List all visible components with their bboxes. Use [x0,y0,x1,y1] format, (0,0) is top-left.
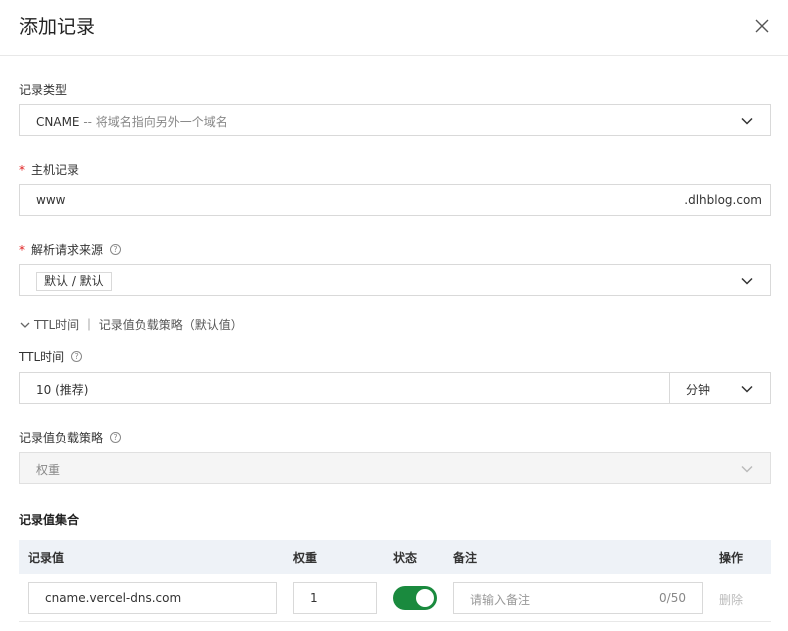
host-record-input[interactable]: www .dlhblog.com [19,184,771,216]
help-icon[interactable]: ? [110,432,122,443]
dialog-header: 添加记录 [0,0,788,56]
column-header-note: 备注 [453,551,478,565]
column-header-status: 状态 [393,551,418,565]
column-header-weight: 权重 [293,551,318,565]
ttl-input[interactable]: 10 (推荐) [19,372,670,404]
advanced-settings-text: TTL时间 ｜ 记录值负载策略（默认值） [34,318,243,332]
host-record-value: www [36,193,66,207]
chevron-down-icon [741,277,753,285]
record-type-value: CNAME [36,115,80,129]
ttl-unit-select[interactable]: 分钟 [670,372,771,404]
close-icon[interactable] [752,16,772,36]
chevron-down-icon [741,465,753,473]
column-header-action: 操作 [719,551,744,565]
advanced-settings-toggle[interactable]: TTL时间 ｜ 记录值负载策略（默认值） [19,316,243,333]
chevron-down-icon [741,385,753,393]
resolve-source-tag: 默认 / 默认 [36,272,112,291]
record-value-input[interactable]: cname.vercel-dns.com [28,582,277,614]
host-record-label: * 主机记录 [19,162,80,178]
domain-suffix: .dlhblog.com [684,193,762,207]
record-type-description: -- 将域名指向另外一个域名 [83,115,228,129]
ttl-unit-value: 分钟 [686,383,711,397]
required-mark: * [19,242,25,257]
note-char-count: 0/50 [659,591,686,605]
record-type-select[interactable]: CNAME -- 将域名指向另外一个域名 [19,104,771,136]
records-section-title: 记录值集合 [19,513,80,527]
chevron-down-icon [20,322,30,328]
record-type-label: 记录类型 [19,83,68,97]
help-icon[interactable]: ? [71,351,83,362]
strategy-select: 权重 [19,452,771,484]
ttl-label: TTL时间 ? [19,348,83,365]
ttl-value: 10 (推荐) [36,383,89,397]
resolve-source-select[interactable]: 默认 / 默认 [19,264,771,296]
toggle-knob [416,589,434,607]
strategy-label: 记录值负载策略 ? [19,429,122,446]
resolve-source-label: * 解析请求来源 ? [19,241,122,258]
column-header-value: 记录值 [28,551,65,565]
required-mark: * [19,162,25,177]
strategy-value: 权重 [36,463,61,477]
dialog-title: 添加记录 [19,16,96,38]
note-placeholder: 请输入备注 [470,593,531,607]
delete-button[interactable]: 删除 [719,591,743,608]
note-input[interactable]: 请输入备注 0/50 [453,582,703,614]
status-toggle[interactable] [393,586,437,610]
weight-input[interactable]: 1 [293,582,377,614]
records-table-header: 记录值 权重 状态 备注 操作 [19,540,771,574]
chevron-down-icon [741,117,753,125]
table-row: cname.vercel-dns.com 1 请输入备注 0/50 删除 [19,574,771,622]
help-icon[interactable]: ? [110,244,122,255]
